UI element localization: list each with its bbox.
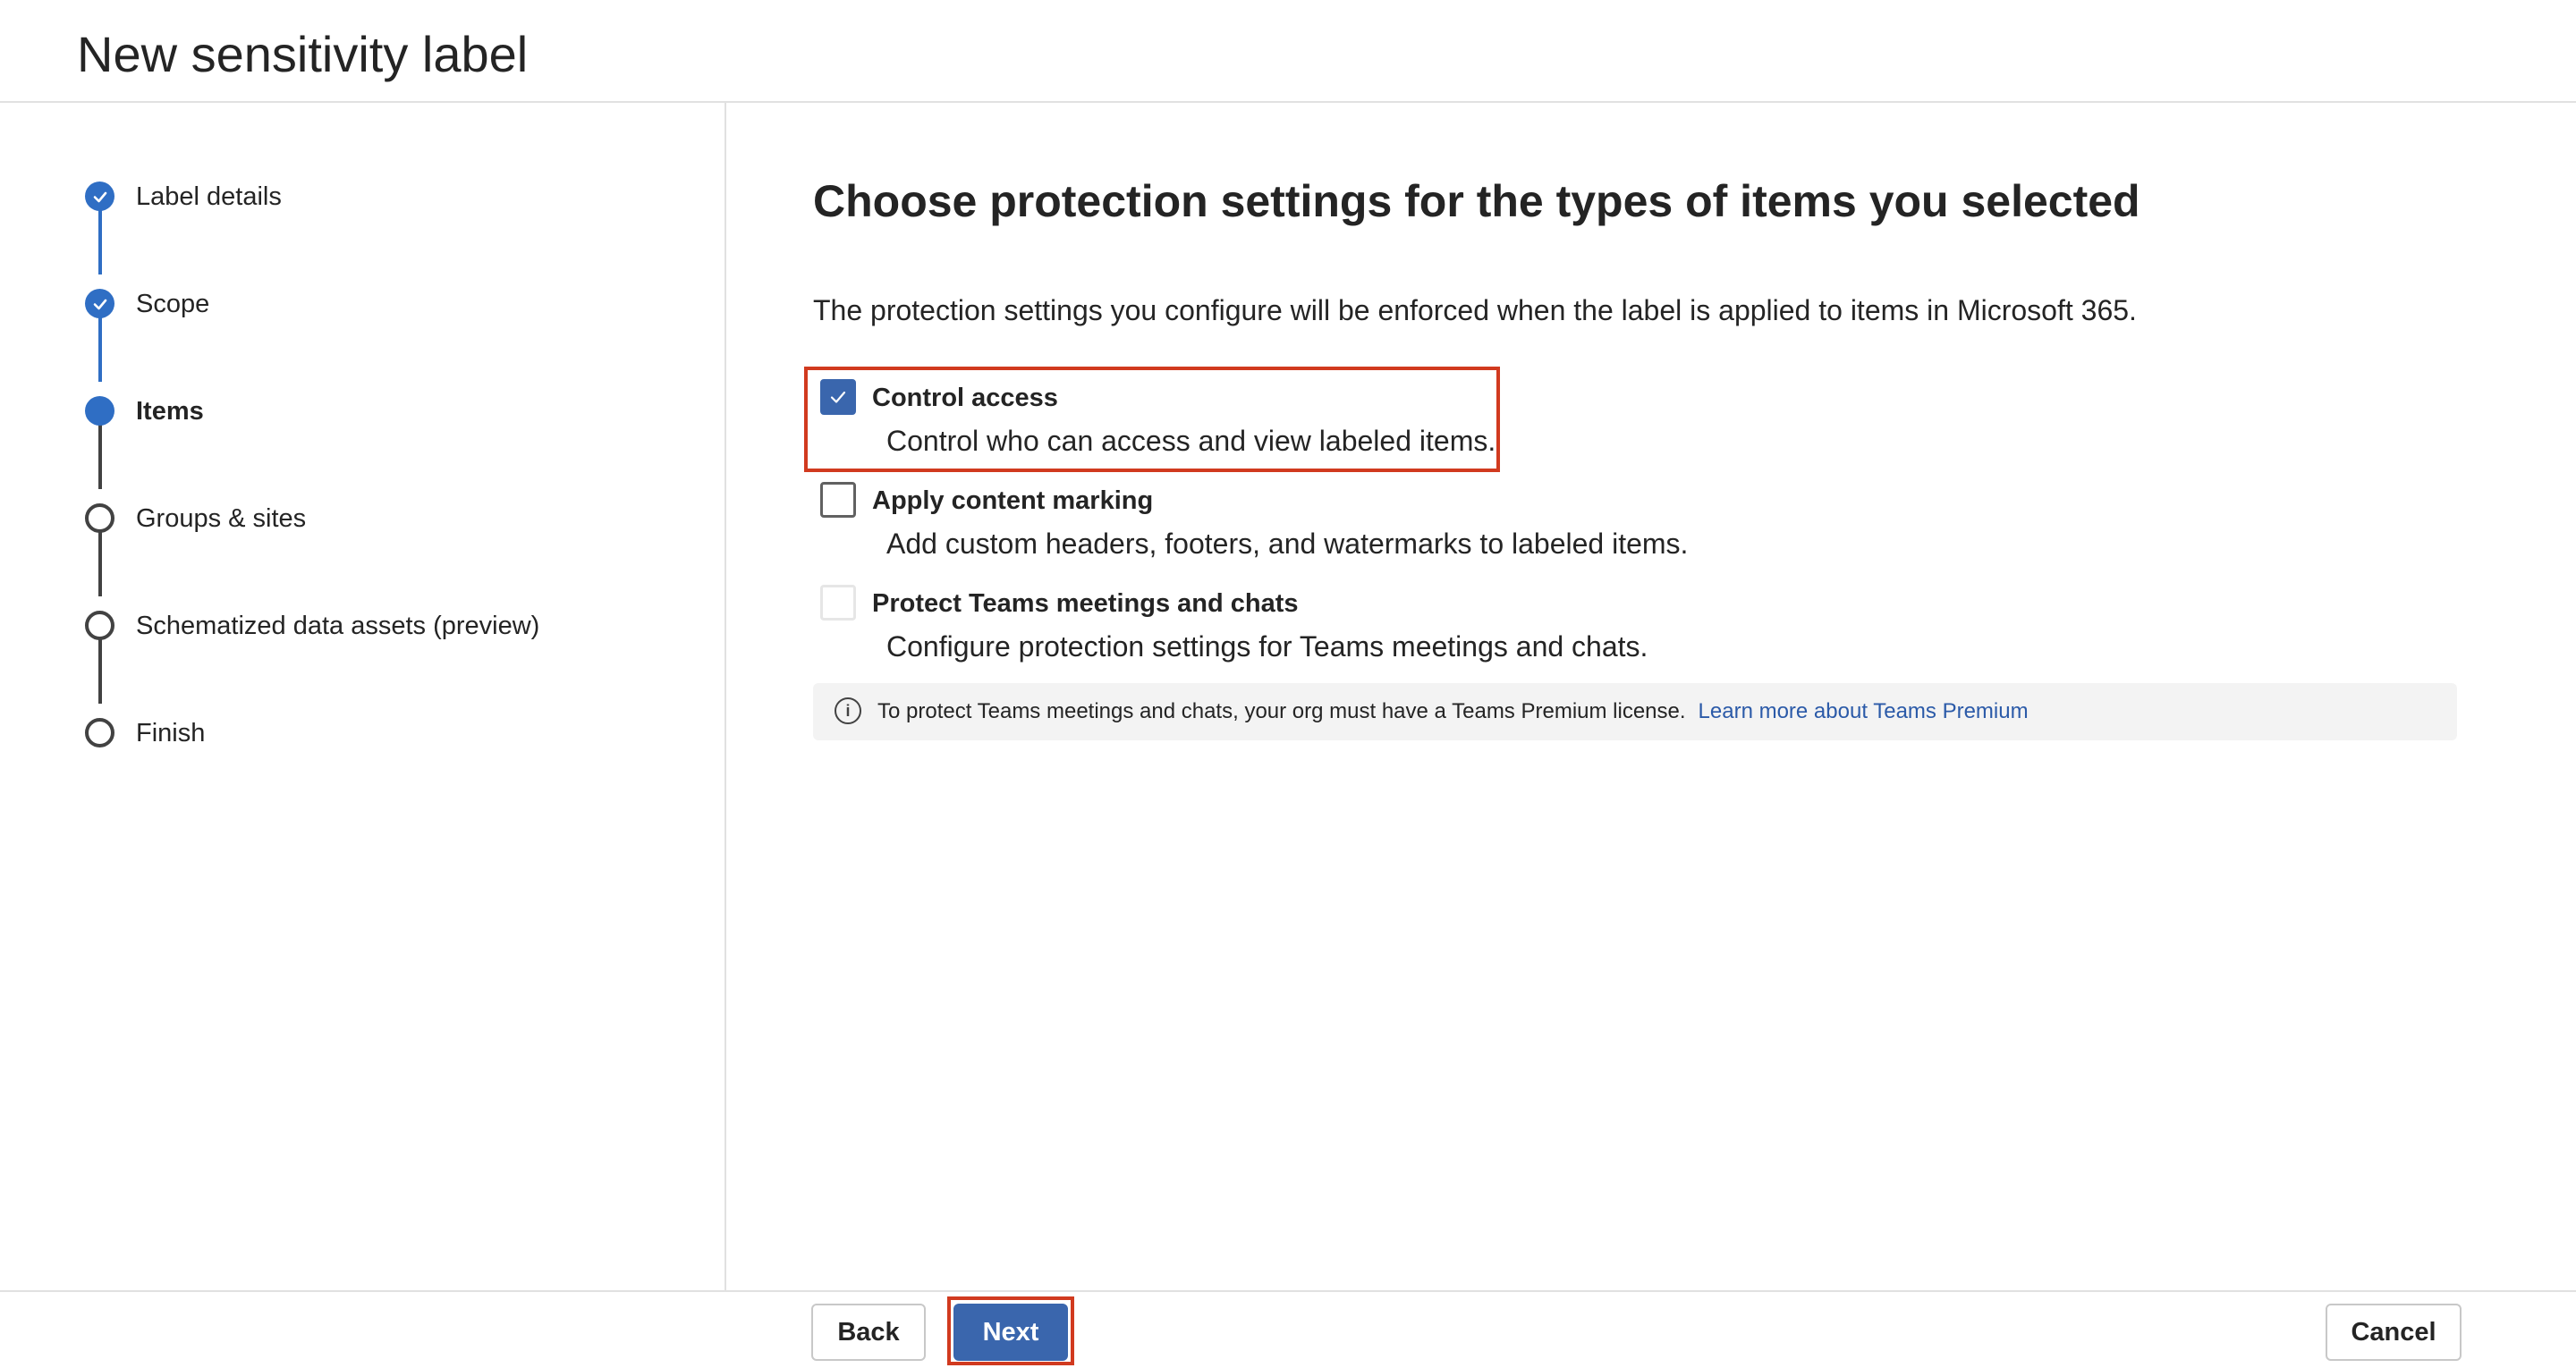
back-button[interactable]: Back (811, 1304, 926, 1361)
info-icon: i (835, 697, 861, 724)
option-description: Configure protection settings for Teams … (886, 630, 1648, 663)
step-pending-icon (85, 611, 114, 640)
option-protect-teams: Protect Teams meetings and chats Configu… (813, 577, 2423, 666)
page-title: New sensitivity label (77, 26, 529, 82)
step-finish: Finish (0, 706, 726, 760)
wizard-page: New sensitivity label Label details Scop… (0, 0, 2576, 1368)
option-apply-content-marking[interactable]: Apply content marking Add custom headers… (813, 474, 2423, 563)
step-scope[interactable]: Scope (0, 277, 726, 331)
option-title: Protect Teams meetings and chats (872, 589, 1299, 618)
wizard-footer: Back Next Cancel (0, 1290, 2576, 1368)
protect-teams-checkbox (820, 585, 856, 621)
step-complete-icon (85, 182, 114, 211)
control-access-checkbox[interactable] (820, 379, 856, 415)
step-label: Scope (136, 290, 210, 318)
step-pending-icon (85, 503, 114, 533)
section-description: The protection settings you configure wi… (813, 294, 2137, 326)
step-items[interactable]: Items (0, 384, 726, 438)
step-label-details[interactable]: Label details (0, 170, 726, 224)
main-content: Choose protection settings for the types… (726, 103, 2576, 1290)
step-current-icon (85, 396, 114, 426)
cancel-button[interactable]: Cancel (2326, 1304, 2462, 1361)
info-message-bar: i To protect Teams meetings and chats, y… (813, 683, 2457, 740)
step-label: Schematized data assets (preview) (136, 612, 540, 640)
step-label: Groups & sites (136, 504, 307, 533)
step-label: Finish (136, 719, 206, 747)
wizard-steps-nav: Label details Scope Items Groups & sites… (0, 103, 726, 1290)
info-message: To protect Teams meetings and chats, you… (877, 699, 1686, 723)
option-title: Apply content marking (872, 486, 1154, 515)
content-marking-checkbox[interactable] (820, 482, 856, 518)
step-groups-sites: Groups & sites (0, 492, 726, 545)
next-button[interactable]: Next (953, 1304, 1068, 1361)
info-text: To protect Teams meetings and chats, you… (877, 698, 2029, 725)
step-label: Items (136, 397, 204, 426)
step-schematized-data-assets: Schematized data assets (preview) (0, 599, 726, 653)
option-control-access[interactable]: Control access Control who can access an… (813, 371, 2423, 460)
section-title: Choose protection settings for the types… (813, 176, 2140, 226)
step-complete-icon (85, 289, 114, 318)
option-title: Control access (872, 384, 1058, 412)
step-label: Label details (136, 182, 282, 211)
page-header: New sensitivity label (0, 0, 2576, 103)
option-description: Control who can access and view labeled … (886, 425, 1496, 457)
step-pending-icon (85, 718, 114, 747)
learn-more-teams-premium-link[interactable]: Learn more about Teams Premium (1699, 699, 2029, 723)
option-description: Add custom headers, footers, and waterma… (886, 528, 1689, 560)
